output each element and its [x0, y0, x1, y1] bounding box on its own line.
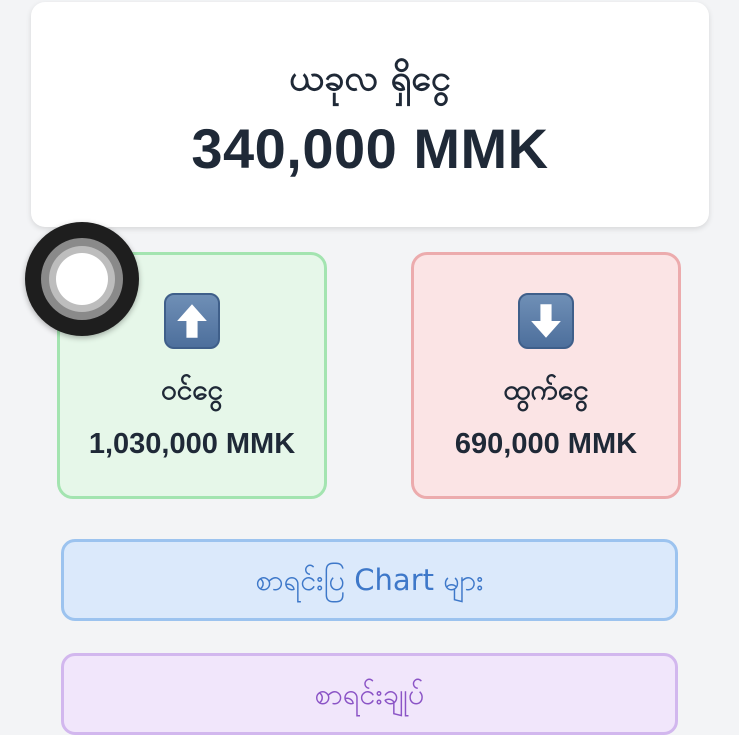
income-value: 1,030,000 MMK [88, 428, 296, 460]
up-arrow-icon [164, 293, 220, 349]
balance-title: ယခုလ ရှိငွေ [289, 58, 451, 99]
down-arrow-icon [518, 293, 574, 349]
income-label: ဝင်ငွေ [161, 373, 223, 406]
expense-card: ထွက်ငွေ 690,000 MMK [411, 252, 681, 499]
assistive-touch-button[interactable] [25, 222, 139, 336]
balance-card: ယခုလ ရှိငွေ 340,000 MMK [31, 2, 709, 227]
summary-button[interactable]: စာရင်းချုပ် [61, 653, 678, 735]
expense-value: 690,000 MMK [454, 428, 638, 460]
chart-button[interactable]: စာရင်းပြ Chart များ [61, 539, 678, 621]
expense-label: ထွက်ငွေ [503, 373, 589, 406]
assistive-touch-dot [56, 253, 108, 305]
balance-amount: 340,000 MMK [191, 117, 549, 180]
